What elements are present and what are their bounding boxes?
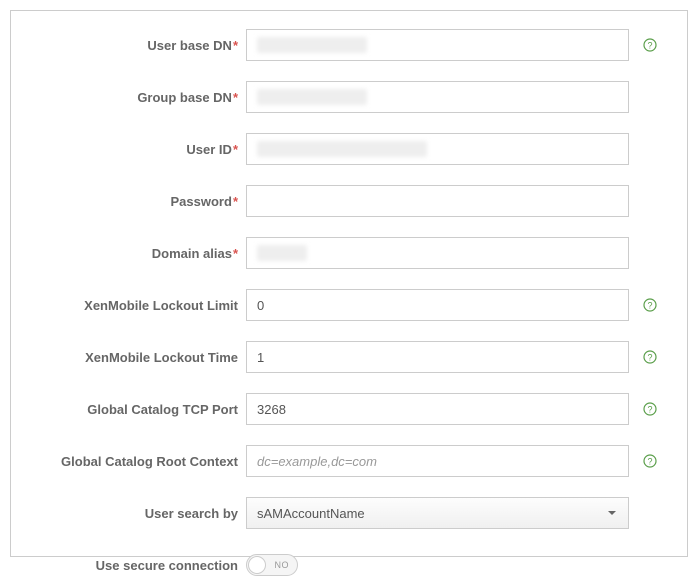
toggle-label: NO — [275, 560, 290, 570]
redacted-value — [257, 245, 307, 261]
svg-text:?: ? — [647, 41, 652, 51]
svg-text:?: ? — [647, 301, 652, 311]
input-lockout-limit[interactable] — [246, 289, 629, 321]
toggle-knob — [248, 556, 266, 574]
label-user-base-dn: User base DN* — [21, 38, 246, 53]
input-user-id[interactable] — [246, 133, 629, 165]
label-gc-root: Global Catalog Root Context — [21, 454, 246, 469]
help-icon[interactable]: ? — [643, 454, 657, 468]
required-mark: * — [233, 194, 238, 209]
required-mark: * — [233, 90, 238, 105]
select-value: sAMAccountName — [257, 506, 365, 521]
label-use-secure: Use secure connection — [21, 558, 246, 573]
row-user-id: User ID* — [21, 133, 657, 165]
label-password: Password* — [21, 194, 246, 209]
redacted-value — [257, 89, 367, 105]
input-password[interactable] — [246, 185, 629, 217]
select-user-search-by[interactable]: sAMAccountName — [246, 497, 629, 529]
chevron-down-icon — [608, 511, 616, 515]
redacted-value — [257, 37, 367, 53]
required-mark: * — [233, 246, 238, 261]
ldap-settings-form: User base DN* ? Group base DN* User ID* … — [10, 10, 688, 557]
toggle-use-secure[interactable]: NO — [246, 554, 298, 576]
row-lockout-limit: XenMobile Lockout Limit ? — [21, 289, 657, 321]
help-icon[interactable]: ? — [643, 298, 657, 312]
input-group-base-dn[interactable] — [246, 81, 629, 113]
row-user-base-dn: User base DN* ? — [21, 29, 657, 61]
row-domain-alias: Domain alias* — [21, 237, 657, 269]
row-lockout-time: XenMobile Lockout Time ? — [21, 341, 657, 373]
input-domain-alias[interactable] — [246, 237, 629, 269]
toggle-wrapper: NO — [246, 554, 629, 576]
label-lockout-limit: XenMobile Lockout Limit — [21, 298, 246, 313]
help-icon[interactable]: ? — [643, 38, 657, 52]
help-icon[interactable]: ? — [643, 402, 657, 416]
input-lockout-time[interactable] — [246, 341, 629, 373]
help-icon[interactable]: ? — [643, 350, 657, 364]
svg-text:?: ? — [647, 353, 652, 363]
svg-text:?: ? — [647, 405, 652, 415]
input-gc-root[interactable] — [246, 445, 629, 477]
input-user-base-dn[interactable] — [246, 29, 629, 61]
row-gc-root: Global Catalog Root Context ? — [21, 445, 657, 477]
row-user-search-by: User search by sAMAccountName — [21, 497, 657, 529]
label-gc-port: Global Catalog TCP Port — [21, 402, 246, 417]
label-lockout-time: XenMobile Lockout Time — [21, 350, 246, 365]
required-mark: * — [233, 142, 238, 157]
label-user-id: User ID* — [21, 142, 246, 157]
label-domain-alias: Domain alias* — [21, 246, 246, 261]
input-gc-port[interactable] — [246, 393, 629, 425]
svg-text:?: ? — [647, 457, 652, 467]
row-gc-port: Global Catalog TCP Port ? — [21, 393, 657, 425]
required-mark: * — [233, 38, 238, 53]
redacted-value — [257, 141, 427, 157]
row-password: Password* — [21, 185, 657, 217]
label-group-base-dn: Group base DN* — [21, 90, 246, 105]
row-group-base-dn: Group base DN* — [21, 81, 657, 113]
row-use-secure: Use secure connection NO — [21, 549, 657, 581]
label-user-search-by: User search by — [21, 506, 246, 521]
